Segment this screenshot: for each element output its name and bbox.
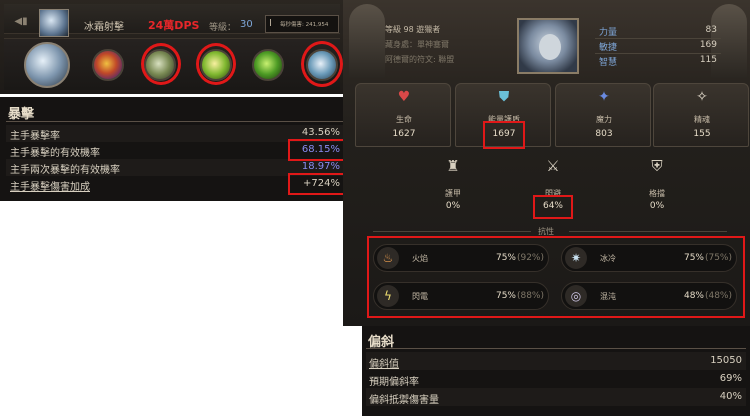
highlight-ring (196, 43, 236, 85)
attribute-value: 83 (705, 25, 717, 35)
divider (569, 231, 727, 232)
frost-shot-skill-icon (39, 9, 69, 37)
main-skill-gem-icon[interactable] (24, 42, 70, 88)
support-gem-1-icon[interactable] (92, 49, 124, 81)
skill-name: 冰霜射擊 (84, 22, 124, 33)
attribute-row: 敏捷 169 (595, 39, 721, 53)
pool-label: 魔力 (596, 115, 612, 124)
highlight-ring (141, 43, 181, 85)
stat-label: 主手兩次暴擊的有效機率 (10, 165, 120, 176)
character-league: 阿德爾的符文: 聯盟 (385, 55, 455, 64)
armor-box: ♜ 護甲 0% (405, 155, 501, 217)
heart-icon: ♥ (397, 89, 411, 105)
critical-strike-panel: 暴擊 主手暴擊率 43.56% 主手暴擊的有效機率 68.15% 主手兩次暴擊的… (0, 97, 350, 201)
attribute-value: 115 (699, 55, 717, 65)
pool-label: 精魂 (694, 115, 710, 124)
defense-value: 0% (445, 201, 461, 211)
character-hideout: 藏身處：單神塞爾 (385, 40, 449, 49)
highlight-box (483, 121, 525, 149)
stat-value: 43.56% (301, 127, 340, 138)
divider (6, 121, 344, 122)
mana-icon: ✦ (598, 89, 610, 105)
defense-label: 護甲 (445, 189, 461, 198)
skill-level-label: 等級： (209, 23, 237, 33)
character-level-class: 等級 98 遊獵者 (385, 25, 441, 34)
mana-box: ✦ 魔力 803 (555, 83, 651, 147)
skill-bar: ◀▮ 冰霜射擊 24萬DPS 等級： 30 Ⅰ 每秒傷害: 241,954 (4, 4, 340, 37)
skill-damage-box: Ⅰ 每秒傷害: 241,954 (265, 15, 339, 33)
pool-label: 生命 (396, 115, 412, 124)
skill-damage-label: 每秒傷害: 241,954 (280, 22, 329, 28)
stat-row: 偏斜抵禦傷害量 40% (366, 388, 746, 406)
spirit-box: ✧ 精魂 155 (653, 83, 749, 147)
pool-value: 1627 (392, 129, 416, 139)
defense-value: 0% (649, 201, 665, 211)
stat-row: 預期偏斜率 69% (366, 370, 746, 388)
divider (373, 231, 531, 232)
stat-label: 主手暴擊的有效機率 (10, 148, 100, 159)
divider (366, 348, 746, 349)
collapse-icon[interactable]: ◀▮ (10, 16, 32, 30)
statue-ornament (349, 4, 385, 78)
highlight-box (288, 173, 346, 195)
dps-note: 24萬DPS (148, 19, 200, 32)
armor-icon: ♜ (446, 157, 460, 175)
stat-label: 主手暴擊傷害加成 (10, 182, 90, 193)
stat-value: 18.97% (301, 161, 340, 172)
block-box: ⛨ 格擋 0% (609, 155, 705, 217)
life-box: ♥ 生命 1627 (355, 83, 451, 147)
pool-value: 803 (595, 129, 613, 139)
stat-label: 偏斜抵禦傷害量 (369, 395, 439, 406)
block-icon: ⛨ (651, 157, 663, 175)
attribute-label: 敏捷 (599, 43, 618, 53)
shield-icon: ⛊ (498, 89, 510, 105)
stat-row: 偏斜值 15050 (366, 352, 746, 370)
spirit-icon: ✧ (696, 89, 708, 105)
sword-icon: Ⅰ (269, 18, 272, 29)
highlight-box (288, 139, 346, 161)
stat-label: 預期偏斜率 (369, 377, 419, 388)
crit-title: 暴擊 (8, 107, 35, 122)
stat-value: 15050 (710, 355, 742, 366)
attribute-label: 智慧 (599, 58, 618, 68)
highlight-ring (301, 41, 343, 87)
skill-panel: ◀▮ 冰霜射擊 24萬DPS 等級： 30 Ⅰ 每秒傷害: 241,954 (0, 0, 344, 94)
skill-level-value: 30 (240, 19, 253, 30)
stat-value: 40% (719, 391, 742, 402)
attribute-row: 智慧 115 (595, 54, 721, 68)
pool-value: 155 (693, 129, 711, 139)
character-portrait (517, 18, 579, 74)
character-panel: 等級 98 遊獵者 藏身處：單神塞爾 阿德爾的符文: 聯盟 力量 83 敏捷 1… (343, 0, 750, 326)
attribute-label: 力量 (599, 28, 618, 38)
deflection-panel: 偏斜 偏斜值 15050 預期偏斜率 69% 偏斜抵禦傷害量 40% (362, 326, 750, 416)
support-gem-4-icon[interactable] (252, 49, 284, 81)
stat-label: 主手暴擊率 (10, 131, 60, 142)
support-gem-row (4, 38, 343, 90)
stat-label: 偏斜值 (369, 359, 399, 370)
stat-value: 69% (719, 373, 742, 384)
attribute-value: 169 (699, 40, 717, 50)
defense-label: 格擋 (649, 189, 665, 198)
portrait-face (539, 34, 561, 60)
attribute-row: 力量 83 (595, 24, 721, 38)
highlight-box (533, 195, 573, 219)
evasion-icon: ⚔ (546, 157, 560, 175)
highlight-box (367, 236, 745, 318)
